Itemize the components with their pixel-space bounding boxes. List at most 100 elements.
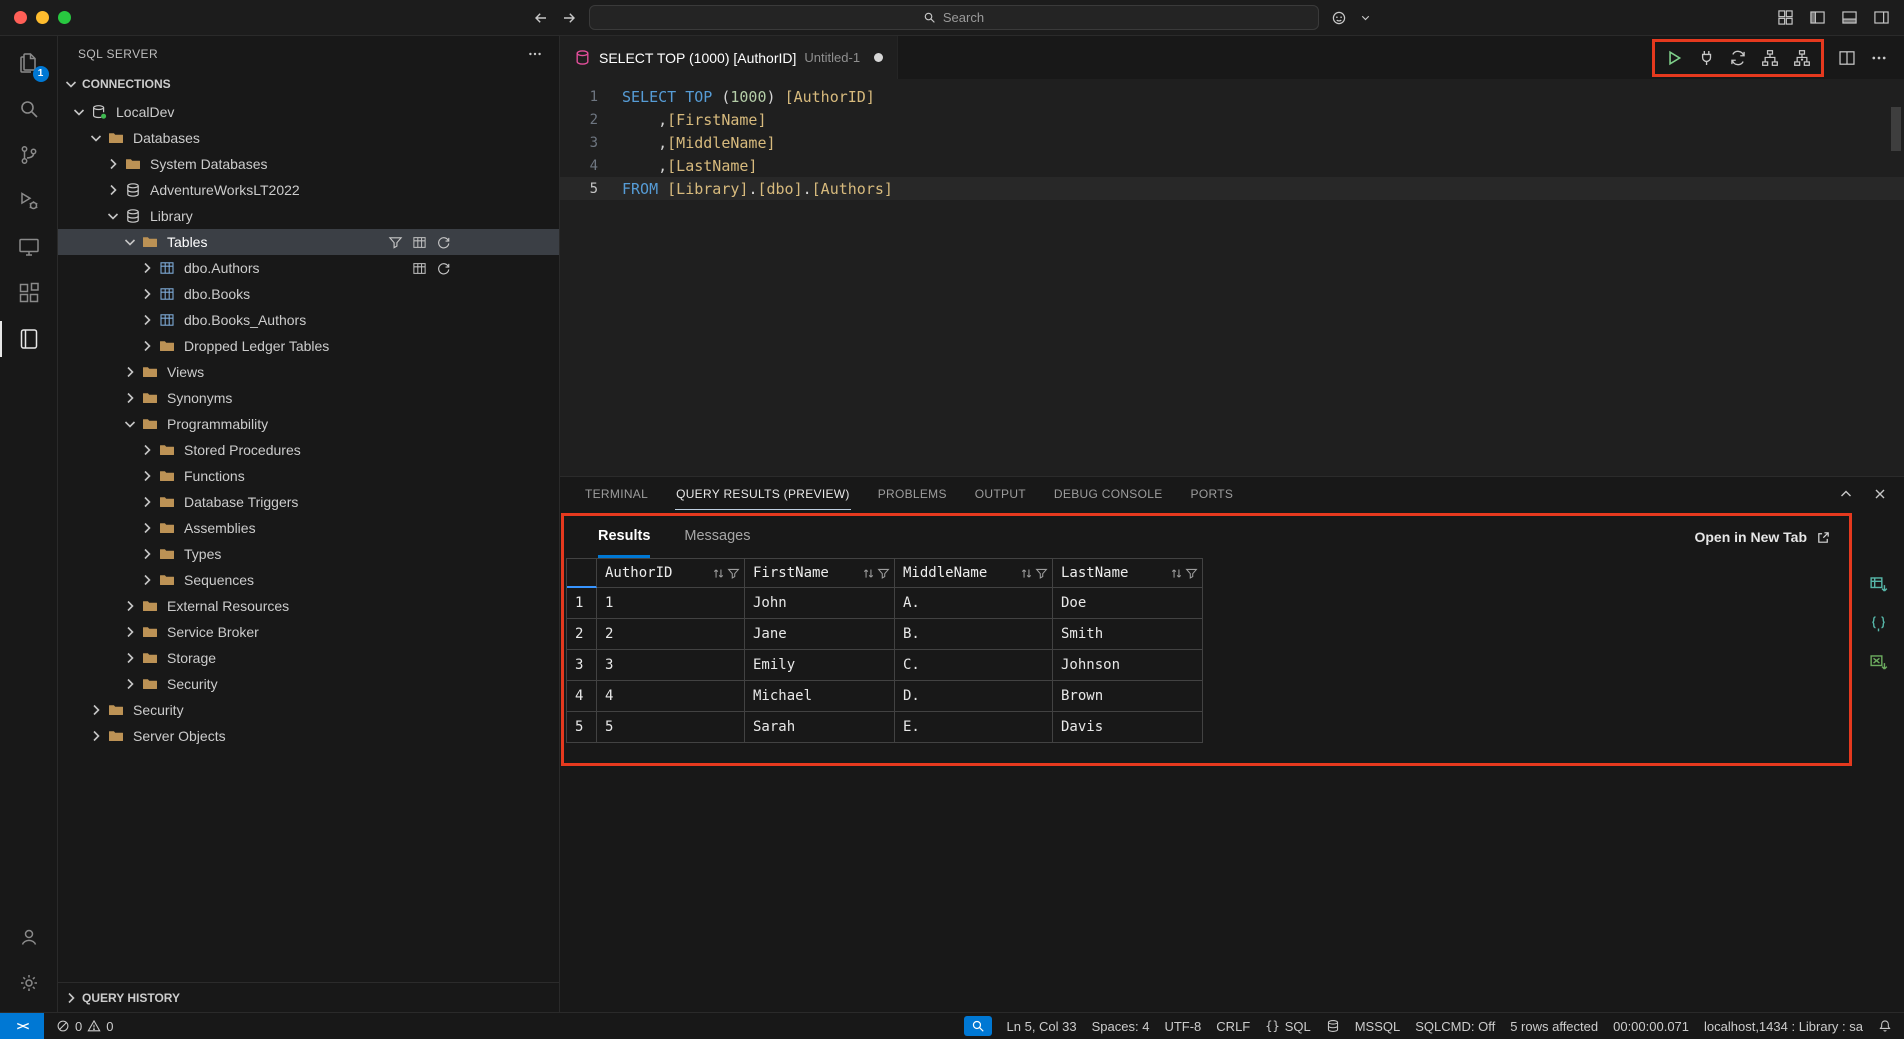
tree-item-views[interactable]: Views xyxy=(58,359,559,385)
panel-tab-query-results-preview[interactable]: QUERY RESULTS (PREVIEW) xyxy=(675,478,851,510)
connection-status[interactable] xyxy=(1326,1019,1340,1033)
copilot-icon[interactable] xyxy=(1331,10,1347,26)
filter-icon[interactable] xyxy=(1185,567,1198,580)
tree-item-localdev[interactable]: LocalDev xyxy=(58,99,559,125)
tree-item-server-objects[interactable]: Server Objects xyxy=(58,723,559,749)
sort-icon[interactable] xyxy=(712,567,725,580)
grid-column-header-middlename[interactable]: MiddleName xyxy=(895,559,1053,588)
customize-layout-icon[interactable] xyxy=(1777,9,1794,26)
code-line[interactable]: 4 ,[LastName] xyxy=(560,154,1904,177)
run-query-icon[interactable] xyxy=(1665,49,1683,67)
tree-item-storage[interactable]: Storage xyxy=(58,645,559,671)
refresh-icon[interactable] xyxy=(436,235,451,250)
sort-icon[interactable] xyxy=(1170,567,1183,580)
code-line[interactable]: 3 ,[MiddleName] xyxy=(560,131,1904,154)
grid-cell[interactable]: Smith xyxy=(1053,619,1203,650)
encoding-status[interactable]: UTF-8 xyxy=(1164,1019,1201,1034)
grid-cell[interactable]: 4 xyxy=(597,681,745,712)
tree-item-types[interactable]: Types xyxy=(58,541,559,567)
chevron-down-icon[interactable] xyxy=(1359,11,1372,24)
activity-source-control-icon[interactable] xyxy=(0,132,58,178)
grid-cell[interactable]: A. xyxy=(895,588,1053,619)
tree-item-dbo-books[interactable]: dbo.Books xyxy=(58,281,559,307)
save-as-csv-icon[interactable] xyxy=(1869,575,1888,594)
estimated-plan-icon[interactable] xyxy=(1761,49,1779,67)
disconnect-icon[interactable] xyxy=(1697,49,1715,67)
panel-tab-output[interactable]: OUTPUT xyxy=(974,478,1027,510)
indentation-status[interactable]: Spaces: 4 xyxy=(1092,1019,1150,1034)
filter-icon[interactable] xyxy=(1035,567,1048,580)
activity-explorer-icon[interactable]: 1 xyxy=(0,40,58,86)
more-editor-actions-icon[interactable] xyxy=(1870,49,1888,67)
grid-cell[interactable]: Johnson xyxy=(1053,650,1203,681)
grid-column-header-lastname[interactable]: LastName xyxy=(1053,559,1203,588)
tree-item-adventureworkslt2022[interactable]: AdventureWorksLT2022 xyxy=(58,177,559,203)
grid-cell[interactable]: D. xyxy=(895,681,1053,712)
tree-item-synonyms[interactable]: Synonyms xyxy=(58,385,559,411)
messages-tab[interactable]: Messages xyxy=(684,516,750,558)
connection-info-status[interactable]: localhost,1434 : Library : sa xyxy=(1704,1019,1863,1034)
save-as-excel-icon[interactable] xyxy=(1869,653,1888,672)
more-actions-icon[interactable] xyxy=(527,46,543,62)
editor-tab[interactable]: SELECT TOP (1000) [AuthorID] Untitled-1 xyxy=(560,36,898,79)
grid-cell[interactable]: C. xyxy=(895,650,1053,681)
navigate-forward-icon[interactable] xyxy=(561,10,577,26)
code-line[interactable]: 2 ,[FirstName] xyxy=(560,108,1904,131)
language-mode[interactable]: {} SQL xyxy=(1265,1019,1310,1034)
tree-item-dbo-books-authors[interactable]: dbo.Books_Authors xyxy=(58,307,559,333)
sort-icon[interactable] xyxy=(1020,567,1033,580)
layout-panel-icon[interactable] xyxy=(1841,9,1858,26)
grid-row-number[interactable]: 1 xyxy=(567,588,597,619)
tree-item-security[interactable]: Security xyxy=(58,697,559,723)
close-panel-icon[interactable] xyxy=(1872,486,1888,502)
connections-section-header[interactable]: CONNECTIONS xyxy=(58,71,559,97)
unsaved-changes-indicator[interactable] xyxy=(874,53,883,62)
table-view-icon[interactable] xyxy=(412,261,427,276)
activity-run-and-debug-icon[interactable] xyxy=(0,178,58,224)
code-line[interactable]: 1SELECT TOP (1000) [AuthorID] xyxy=(560,85,1904,108)
save-as-json-icon[interactable] xyxy=(1869,614,1888,633)
grid-cell[interactable]: 3 xyxy=(597,650,745,681)
minimize-window-button[interactable] xyxy=(36,11,49,24)
problems-status[interactable]: 0 0 xyxy=(56,1019,113,1034)
code-line[interactable]: 5FROM [Library].[dbo].[Authors] xyxy=(560,177,1904,200)
grid-row-number[interactable]: 3 xyxy=(567,650,597,681)
filter-icon[interactable] xyxy=(877,567,890,580)
grid-cell[interactable]: Sarah xyxy=(745,712,895,743)
query-history-section-header[interactable]: QUERY HISTORY xyxy=(58,982,559,1012)
grid-row-number[interactable]: 4 xyxy=(567,681,597,712)
change-connection-icon[interactable] xyxy=(1729,49,1747,67)
tree-item-databases[interactable]: Databases xyxy=(58,125,559,151)
close-window-button[interactable] xyxy=(14,11,27,24)
zoom-window-button[interactable] xyxy=(58,11,71,24)
tree-item-stored-procedures[interactable]: Stored Procedures xyxy=(58,437,559,463)
grid-row-number[interactable]: 2 xyxy=(567,619,597,650)
panel-tab-ports[interactable]: PORTS xyxy=(1190,478,1235,510)
filter-icon[interactable] xyxy=(727,567,740,580)
split-editor-icon[interactable] xyxy=(1838,49,1856,67)
grid-column-header-authorid[interactable]: AuthorID xyxy=(597,559,745,588)
grid-corner-cell[interactable] xyxy=(567,559,597,588)
tree-item-system-databases[interactable]: System Databases xyxy=(58,151,559,177)
activity-sql-server-icon[interactable] xyxy=(0,316,58,362)
maximize-panel-icon[interactable] xyxy=(1838,486,1854,502)
panel-tab-problems[interactable]: PROBLEMS xyxy=(877,478,948,510)
results-tab[interactable]: Results xyxy=(598,516,650,558)
grid-cell[interactable]: Emily xyxy=(745,650,895,681)
grid-cell[interactable]: Davis xyxy=(1053,712,1203,743)
layout-sidebar-left-icon[interactable] xyxy=(1809,9,1826,26)
tree-item-database-triggers[interactable]: Database Triggers xyxy=(58,489,559,515)
eol-status[interactable]: CRLF xyxy=(1216,1019,1250,1034)
activity-accounts-icon[interactable] xyxy=(0,914,58,960)
sort-icon[interactable] xyxy=(862,567,875,580)
filter-icon[interactable] xyxy=(388,235,403,250)
grid-cell[interactable]: Doe xyxy=(1053,588,1203,619)
activity-search-icon[interactable] xyxy=(0,86,58,132)
global-search-input[interactable]: Search xyxy=(589,5,1319,30)
editor-scrollbar[interactable] xyxy=(1891,107,1901,151)
sqlcmd-status[interactable]: SQLCMD: Off xyxy=(1415,1019,1495,1034)
tree-item-service-broker[interactable]: Service Broker xyxy=(58,619,559,645)
activity-settings-icon[interactable] xyxy=(0,960,58,1006)
provider-status[interactable]: MSSQL xyxy=(1355,1019,1401,1034)
tree-item-programmability[interactable]: Programmability xyxy=(58,411,559,437)
